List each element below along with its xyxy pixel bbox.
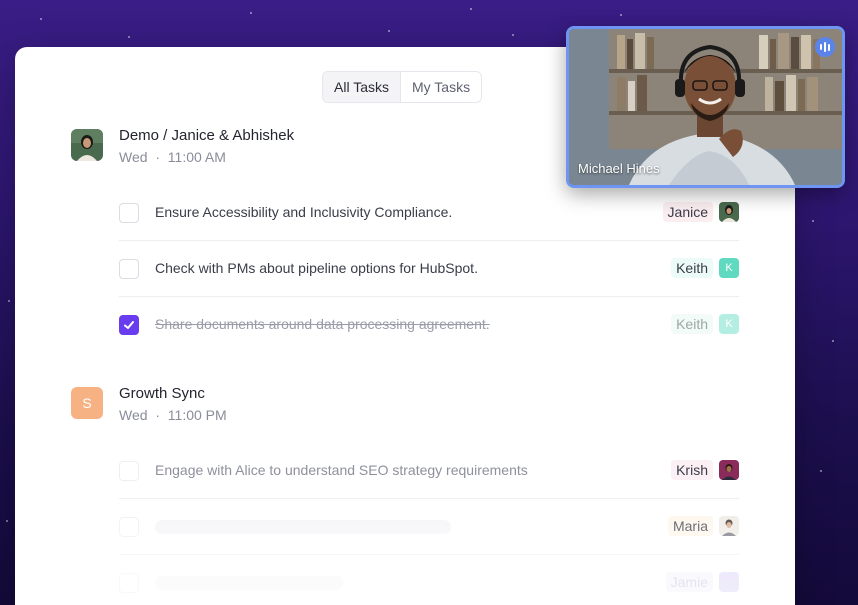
tab-my-tasks[interactable]: My Tasks	[401, 72, 481, 102]
task-text[interactable]: Check with PMs about pipeline options fo…	[155, 260, 478, 276]
task-row: Share documents around data processing a…	[119, 297, 739, 353]
task-assignee[interactable]: Keith K	[671, 314, 739, 334]
loading-placeholder	[155, 576, 343, 590]
task-text[interactable]: Engage with Alice to understand SEO stra…	[155, 462, 528, 478]
assignee-name: Jamie	[665, 572, 713, 592]
task-assignee[interactable]: Keith K	[671, 258, 739, 278]
assignee-avatar	[719, 516, 739, 536]
task-checkbox[interactable]	[119, 461, 139, 481]
task-text-completed[interactable]: Share documents around data processing a…	[155, 316, 490, 332]
task-text[interactable]: Ensure Accessibility and Inclusivity Com…	[155, 204, 452, 220]
time-separator: ·	[155, 407, 160, 423]
assignee-name: Janice	[662, 202, 713, 222]
meeting-time: Wed · 11:00 AM	[119, 149, 226, 165]
task-list: Ensure Accessibility and Inclusivity Com…	[119, 185, 739, 353]
meeting-title: Demo / Janice & Abhishek	[119, 127, 295, 144]
assignee-initial-avatar: K	[719, 314, 739, 334]
task-filter-tabs: All Tasks My Tasks	[322, 71, 483, 103]
meeting-day: Wed	[119, 407, 148, 423]
assignee-name: Keith	[671, 258, 713, 278]
assignee-initial-avatar: K	[719, 258, 739, 278]
meeting-avatar: S	[71, 387, 103, 419]
assignee-name: Maria	[667, 516, 713, 536]
task-row: Jamie	[119, 555, 739, 605]
meeting-time-value: 11:00 AM	[167, 149, 226, 165]
audio-bars-icon	[815, 37, 835, 57]
meeting-day: Wed	[119, 149, 148, 165]
loading-placeholder	[155, 520, 451, 534]
meeting-time-value: 11:00 PM	[167, 407, 227, 423]
task-checkbox[interactable]	[119, 203, 139, 223]
task-assignee[interactable]: Janice	[662, 202, 739, 222]
assignee-name: Keith	[671, 314, 713, 334]
task-assignee[interactable]: Krish	[671, 460, 739, 480]
assignee-avatar	[719, 202, 739, 222]
time-separator: ·	[155, 149, 160, 165]
tab-all-tasks[interactable]: All Tasks	[323, 72, 401, 102]
task-checkbox[interactable]	[119, 259, 139, 279]
checkmark-icon	[124, 321, 134, 329]
task-checkbox[interactable]	[119, 517, 139, 537]
participant-name: Michael Hines	[578, 161, 660, 176]
task-row: Check with PMs about pipeline options fo…	[119, 241, 739, 297]
meeting-title: Growth Sync	[119, 385, 205, 402]
meeting-avatar	[71, 129, 103, 161]
task-row: Ensure Accessibility and Inclusivity Com…	[119, 185, 739, 241]
assignee-name: Krish	[671, 460, 713, 480]
task-assignee[interactable]: Maria	[667, 516, 739, 536]
task-row: Maria	[119, 499, 739, 555]
assignee-avatar	[719, 572, 739, 592]
assignee-avatar	[719, 460, 739, 480]
task-list: Engage with Alice to understand SEO stra…	[119, 443, 739, 605]
task-checkbox-checked[interactable]	[119, 315, 139, 335]
task-checkbox[interactable]	[119, 573, 139, 593]
video-participant-tile[interactable]: Michael Hines	[566, 26, 845, 188]
task-assignee[interactable]: Jamie	[665, 572, 739, 592]
meeting-header: S Growth Sync Wed · 11:00 PM	[71, 385, 751, 437]
task-row: Engage with Alice to understand SEO stra…	[119, 443, 739, 499]
meeting-group: S Growth Sync Wed · 11:00 PM Engage with…	[71, 385, 751, 593]
meeting-time: Wed · 11:00 PM	[119, 407, 227, 423]
